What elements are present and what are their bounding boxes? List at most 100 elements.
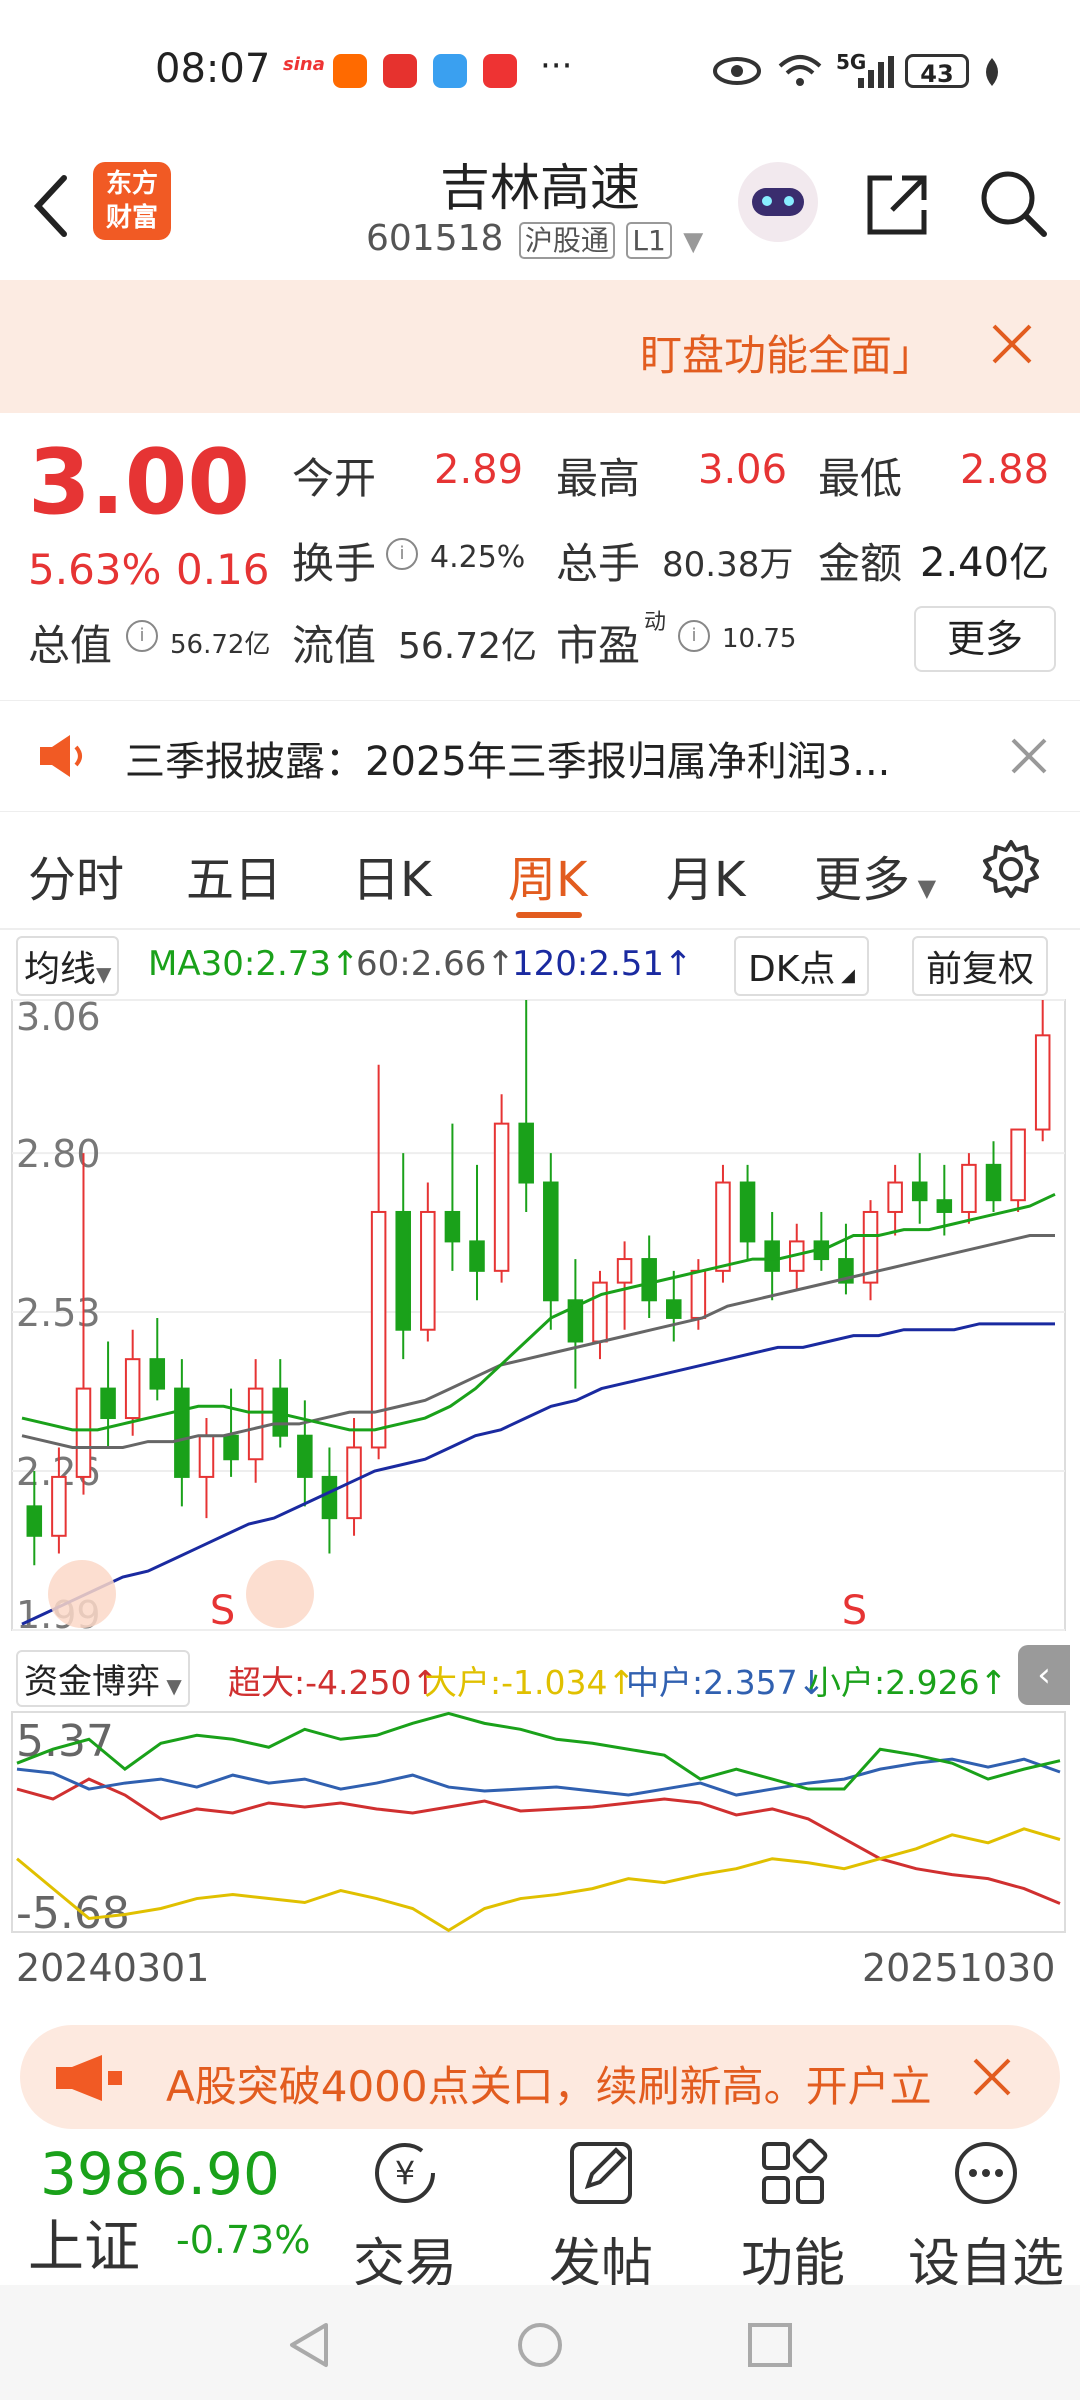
index-value: 3986.90 [40,2140,280,2208]
ma-select-label: 均线 [24,949,97,990]
candle-body [936,1199,953,1213]
collapse-panel-button[interactable]: ‹ [1018,1645,1070,1705]
status-time: 08:07 [155,46,271,92]
dk-button[interactable]: DK点 ◢ [734,936,869,996]
nav-back-icon[interactable] [286,2321,334,2369]
news-app-icon [483,54,517,88]
amount-label: 金额 [818,539,903,588]
chevron-down-icon: ▼ [96,962,112,986]
watchlist-button[interactable]: 设自选 [896,2138,1076,2296]
search-icon[interactable] [978,168,1050,240]
tab-five-day[interactable]: 五日 [186,840,282,910]
candle-body [961,1163,977,1213]
signal-marker: S [210,1588,235,1634]
candle-body [469,1240,485,1272]
kline-chart[interactable]: 3.062.802.532.261.99SS [0,990,1080,1650]
amount-value: 2.40亿 [920,540,1050,586]
close-icon[interactable] [972,2057,1012,2097]
grid-icon [762,2138,828,2204]
candle-body [124,1358,141,1420]
tab-monthly-k[interactable]: 月K [666,840,745,910]
money-flow-chart[interactable]: 5.37-5.68 [0,1706,1080,1936]
x-end-date: 20251030 [862,1946,1056,1990]
settings-icon[interactable] [980,838,1042,900]
signal-icon [858,56,894,88]
candle-body [149,1358,166,1390]
share-icon[interactable] [862,170,932,240]
more-button[interactable]: 更多 [914,606,1056,672]
promo-banner[interactable]: 盯盘功能全面」 [0,280,1080,413]
corner-icon: ◢ [835,965,855,986]
index-change: -0.73% [176,2218,311,2262]
info-icon[interactable]: i [678,620,710,652]
y-tick-label: 2.80 [16,1132,101,1176]
notice-text: 三季报披露：2025年三季报归属净利润3... [125,739,891,785]
candle-body [26,1505,43,1537]
function-button[interactable]: 功能 [728,2138,858,2296]
taobao-app-icon [333,54,367,88]
turnover-value: 4.25% [430,540,526,575]
notice-bar[interactable]: 三季报披露：2025年三季报归属净利润3... [0,700,1080,812]
speaker-icon [40,735,82,777]
candle-body [420,1210,436,1331]
tab-intraday[interactable]: 分时 [28,840,124,910]
post-button[interactable]: 发帖 [536,2138,666,2296]
series-small: 小户:2.926↑ [808,1663,1008,1702]
index-widget[interactable]: 3986.90 上证 -0.73% [0,2130,310,2285]
candle-body [444,1210,461,1243]
tab-daily-k[interactable]: 日K [352,840,431,910]
money-flow-title: 资金博弈 [24,1662,160,1702]
info-icon[interactable]: i [386,538,418,570]
megaphone-icon [56,2055,122,2101]
candle-body [493,1122,510,1272]
open-value: 2.89 [434,447,524,493]
nav-recents-icon[interactable] [746,2321,794,2369]
candle-body [1010,1128,1026,1202]
tab-more[interactable]: 更多 ▼ [814,840,936,910]
yuan-icon: ¥ [375,2143,435,2203]
active-tab-indicator [516,912,582,918]
mktcap-label: 总值 [28,621,113,670]
pe-superscript: 动 [644,610,667,635]
float-label: 流值 [292,621,377,670]
adjust-button[interactable]: 前复权 [912,936,1049,996]
y-tick-label: 3.06 [16,995,101,1039]
candle-body [592,1281,608,1343]
flow-series-line [16,1827,1061,1933]
system-nav-bar [0,2285,1080,2400]
stock-code-row[interactable]: 601518 沪股通 L1 ▼ [366,218,703,259]
volume-value: 80.38万 [662,545,794,585]
candle-body [223,1434,239,1461]
candle-body [51,1475,67,1537]
float-value: 56.72亿 [398,626,538,667]
pe-label: 市盈 [556,621,641,670]
candle-body [395,1210,411,1331]
footer-promo-banner[interactable]: A股突破4000点关口，续刷新高。开户立 [20,2025,1060,2129]
high-value: 3.06 [698,447,788,493]
bottom-toolbar: 3986.90 上证 -0.73% ¥ 交易 发帖 功能 设自选 [0,2130,1080,2294]
money-flow-select[interactable]: 资金博弈 ▼ [16,1650,190,1707]
index-name: 上证 [28,2215,140,2280]
flow-series-line [16,1757,1061,1797]
close-icon[interactable] [990,322,1034,366]
candle-body [690,1269,707,1319]
ma-select[interactable]: 均线▼ [16,936,120,996]
tab-divider [0,928,1080,930]
ma120-value: 120:2.51↑ [512,944,693,984]
close-icon[interactable] [1010,737,1048,775]
trade-button[interactable]: ¥ 交易 [340,2138,470,2296]
chart-frame [11,999,1066,1631]
nav-home-icon[interactable] [516,2321,564,2369]
candle-body [198,1434,215,1478]
assistant-robot-icon[interactable] [738,162,818,242]
low-value: 2.88 [960,447,1050,493]
low-label: 最低 [818,454,903,503]
more-notifications-icon: ··· [540,46,573,86]
tab-weekly-k[interactable]: 周K [508,840,587,910]
info-icon[interactable]: i [126,620,158,652]
high-label: 最高 [556,454,641,503]
chevron-down-icon: ▼ [910,874,937,902]
candle-body [543,1181,559,1302]
candle-body [887,1181,903,1213]
candle-body [666,1299,682,1319]
